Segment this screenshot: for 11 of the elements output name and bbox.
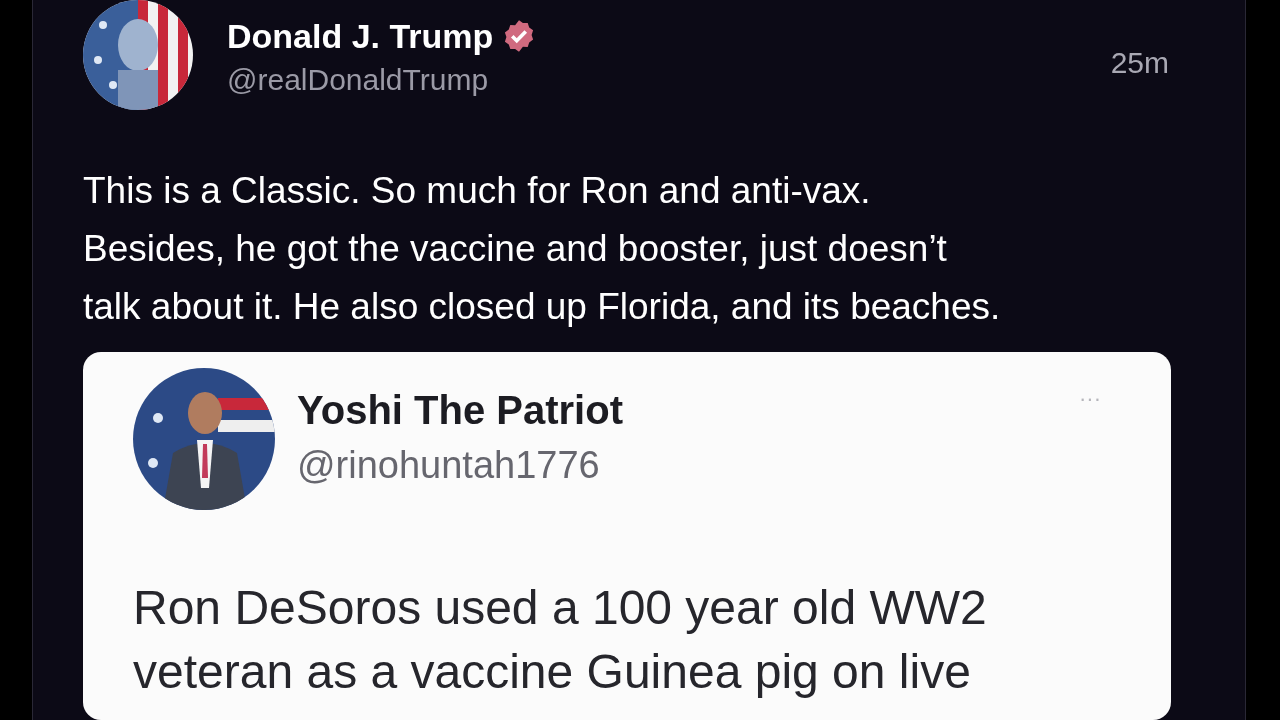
quoted-author-name[interactable]: Yoshi The Patriot [297, 384, 623, 436]
quoted-post-text: Ron DeSoros used a 100 year old WW2 [133, 580, 988, 636]
author-handle[interactable]: @realDonaldTrump [227, 60, 538, 100]
post-text: This is a Classic. So much for Ron and anti-vax. [83, 169, 872, 213]
quoted-post-card[interactable]: Yoshi The Patriot @rinohuntah1776 ··· Ron DeSoros used a 100 year old WW2 veteran as a vaccine Guinea pig on live [83, 352, 1171, 720]
author-name[interactable]: Donald J. Trump [227, 14, 494, 58]
post-time: 25m [1110, 45, 1169, 81]
quoted-post-text: veteran as a vaccine Guinea pig on live [133, 644, 972, 700]
post-text: Besides, he got the vaccine and booster, just doesn’t [83, 227, 948, 271]
quoted-author-handle[interactable]: @rinohuntah1776 [297, 440, 623, 490]
post-text: talk about it. He also closed up Florida, and its beaches. [83, 285, 1002, 329]
